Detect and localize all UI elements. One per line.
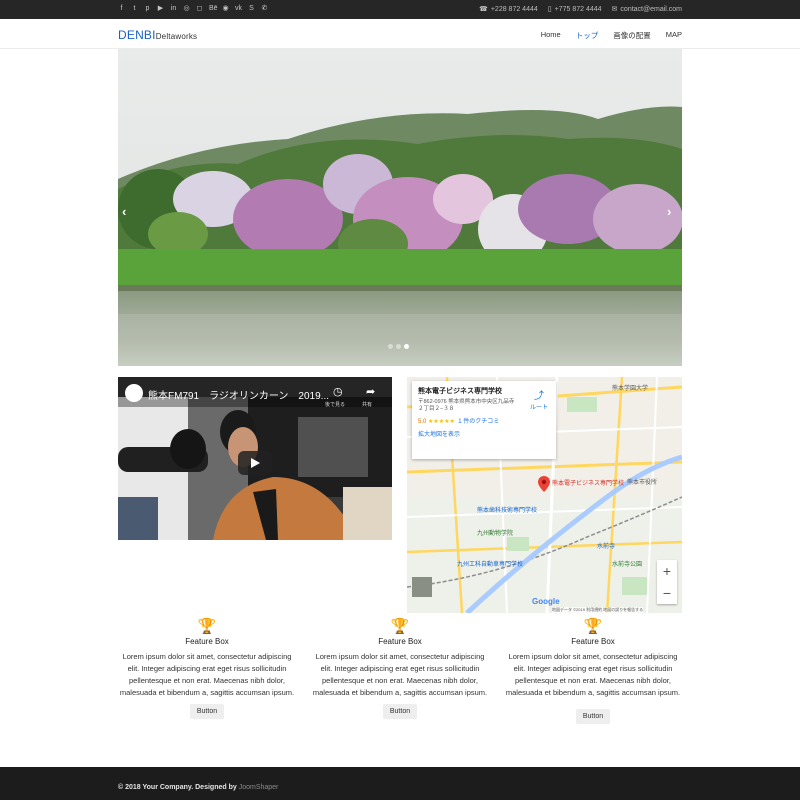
directions-icon: ⤴ [534, 391, 544, 402]
map-label-suizenji: 水前寺 [597, 544, 616, 550]
trophy-icon: 🏆 [390, 618, 410, 635]
reviews-link[interactable]: 1 件のクチコミ [458, 419, 499, 425]
video-title[interactable]: 熊本FM791 ラジオリンカーン 2019... [148, 387, 329, 402]
feature-title: Feature Box [378, 637, 422, 646]
youtube-embed[interactable]: 熊本FM791 ラジオリンカーン 2019... ◷ ➦ 後で見る 共有 [118, 377, 392, 540]
hero-slider [118, 49, 682, 366]
facebook-icon[interactable]: f [118, 5, 125, 13]
feature-title: Feature Box [571, 637, 615, 646]
email-link[interactable]: ✉ contact@email.com [611, 5, 682, 14]
linkedin-icon[interactable]: in [170, 5, 177, 13]
feature-title: Feature Box [185, 637, 229, 646]
google-map[interactable]: 熊本電子ビジネス専門学校 熊本学園大学 熊本市役所 九州動物学院 熊本歯科技術専… [407, 377, 682, 613]
feature-text: Lorem ipsum dolor sit amet, consectetur … [119, 652, 295, 697]
feature-button[interactable]: Button [382, 704, 418, 719]
nav-map[interactable]: MAP [666, 30, 682, 41]
map-label-animal-school: 九州動物学院 [477, 531, 514, 537]
phone-icon: ☎ [479, 6, 488, 13]
logo-sub: Deltaworks [155, 32, 198, 41]
map-label-auto-school: 九州工科自動車専門学校 [457, 562, 524, 568]
main-nav: Home トップ 画像の配置 MAP [541, 30, 682, 41]
instagram-icon[interactable]: ◻ [196, 5, 203, 13]
slider-dots [388, 344, 409, 349]
rating-stars-icon: ★★★★★ [428, 419, 455, 425]
map-pin-icon[interactable] [538, 476, 550, 492]
nav-top[interactable]: トップ [576, 30, 599, 41]
trophy-icon: 🏆 [583, 618, 603, 635]
slider-dot-active[interactable] [404, 344, 409, 349]
map-label-dental-school: 熊本歯科技術専門学校 [477, 508, 538, 514]
slider-next-button[interactable]: › [667, 204, 671, 219]
site-header: DENBIDeltaworks Home トップ 画像の配置 MAP [0, 19, 800, 49]
feature-box-2: 🏆 Feature Box Lorem ipsum dolor sit amet… [310, 617, 490, 719]
play-button[interactable] [238, 451, 272, 475]
pinterest-icon[interactable]: p [144, 5, 151, 13]
feature-box-3: 🏆 Feature Box Lorem ipsum dolor sit amet… [503, 617, 683, 724]
dribbble-icon[interactable]: ◎ [183, 5, 190, 13]
slider-dot[interactable] [396, 344, 401, 349]
feature-text: Lorem ipsum dolor sit amet, consectetur … [312, 652, 488, 697]
hero-image [118, 49, 682, 366]
top-bar: f t p ▶ in ◎ ◻ Bē ◉ vk S ✆ ☎ +228 872 4444 ▯ +775 872… [0, 0, 800, 19]
map-pin-label[interactable]: 熊本電子ビジネス専門学校 [552, 478, 624, 487]
designer-link[interactable]: JoomShaper [239, 784, 279, 791]
mobile-icon: ▯ [547, 6, 552, 13]
feature-box-1: 🏆 Feature Box Lorem ipsum dolor sit amet… [117, 617, 297, 719]
copyright: © 2018 Your Company. Designed by JoomSha… [118, 784, 279, 791]
zoom-out-button[interactable]: − [657, 582, 677, 604]
map-zoom-control: + − [657, 560, 677, 604]
nav-image-placement[interactable]: 画像の配置 [613, 30, 651, 41]
slider-prev-button[interactable]: ‹ [122, 204, 126, 219]
vk-icon[interactable]: vk [235, 5, 242, 13]
phone-2[interactable]: ▯ +775 872 4444 [547, 5, 602, 14]
contact-info: ☎ +228 872 4444 ▯ +775 872 4444 ✉ contact@e… [479, 5, 682, 14]
logo-brand: DENBI [118, 28, 156, 42]
watch-later-label: 後で見る [325, 402, 346, 408]
map-label-suizenji-park: 水前寺公園 [612, 562, 643, 568]
map-label-city-hall: 熊本市役所 [627, 480, 658, 486]
feature-text: Lorem ipsum dolor sit amet, consectetur … [505, 652, 681, 697]
whatsapp-icon[interactable]: ✆ [261, 5, 268, 13]
behance-icon[interactable]: Bē [209, 5, 218, 13]
skype-icon[interactable]: S [248, 5, 255, 13]
site-footer: © 2018 Your Company. Designed by JoomSha… [0, 767, 800, 800]
flickr-icon[interactable]: ◉ [222, 5, 229, 13]
social-links: f t p ▶ in ◎ ◻ Bē ◉ vk S ✆ [118, 5, 268, 13]
phone-1[interactable]: ☎ +228 872 4444 [479, 5, 538, 14]
channel-avatar[interactable] [125, 384, 143, 402]
twitter-icon[interactable]: t [131, 5, 138, 13]
map-label-kumamoto-gakuen: 熊本学園大学 [612, 386, 649, 392]
youtube-icon[interactable]: ▶ [157, 5, 164, 13]
place-rating: 5.0 ★★★★★ 1 件のクチコミ [418, 419, 500, 425]
place-info-card: 熊本電子ビジネス専門学校 〒862-0976 熊本県熊本市中央区九品寺２丁目２−… [412, 381, 556, 459]
nav-home[interactable]: Home [541, 30, 561, 41]
zoom-in-button[interactable]: + [657, 560, 677, 582]
route-button[interactable]: ⤴ ルート [530, 387, 548, 411]
share-icon[interactable]: ➦ [366, 385, 375, 398]
place-address: 〒862-0976 熊本県熊本市中央区九品寺２丁目２−３８ [418, 399, 515, 412]
feature-button[interactable]: Button [575, 709, 611, 724]
map-attribution: 地図データ ©2019 利用規約 地図の誤りを報告する [552, 607, 644, 613]
envelope-icon: ✉ [611, 6, 618, 13]
site-logo[interactable]: DENBIDeltaworks [118, 28, 197, 42]
google-logo: Google [532, 597, 560, 606]
trophy-icon: 🏆 [197, 618, 217, 635]
feature-button[interactable]: Button [189, 704, 225, 719]
larger-map-link[interactable]: 拡大地図を表示 [418, 429, 550, 438]
slider-dot[interactable] [388, 344, 393, 349]
clock-icon[interactable]: ◷ [333, 385, 343, 398]
share-label: 共有 [362, 402, 373, 408]
